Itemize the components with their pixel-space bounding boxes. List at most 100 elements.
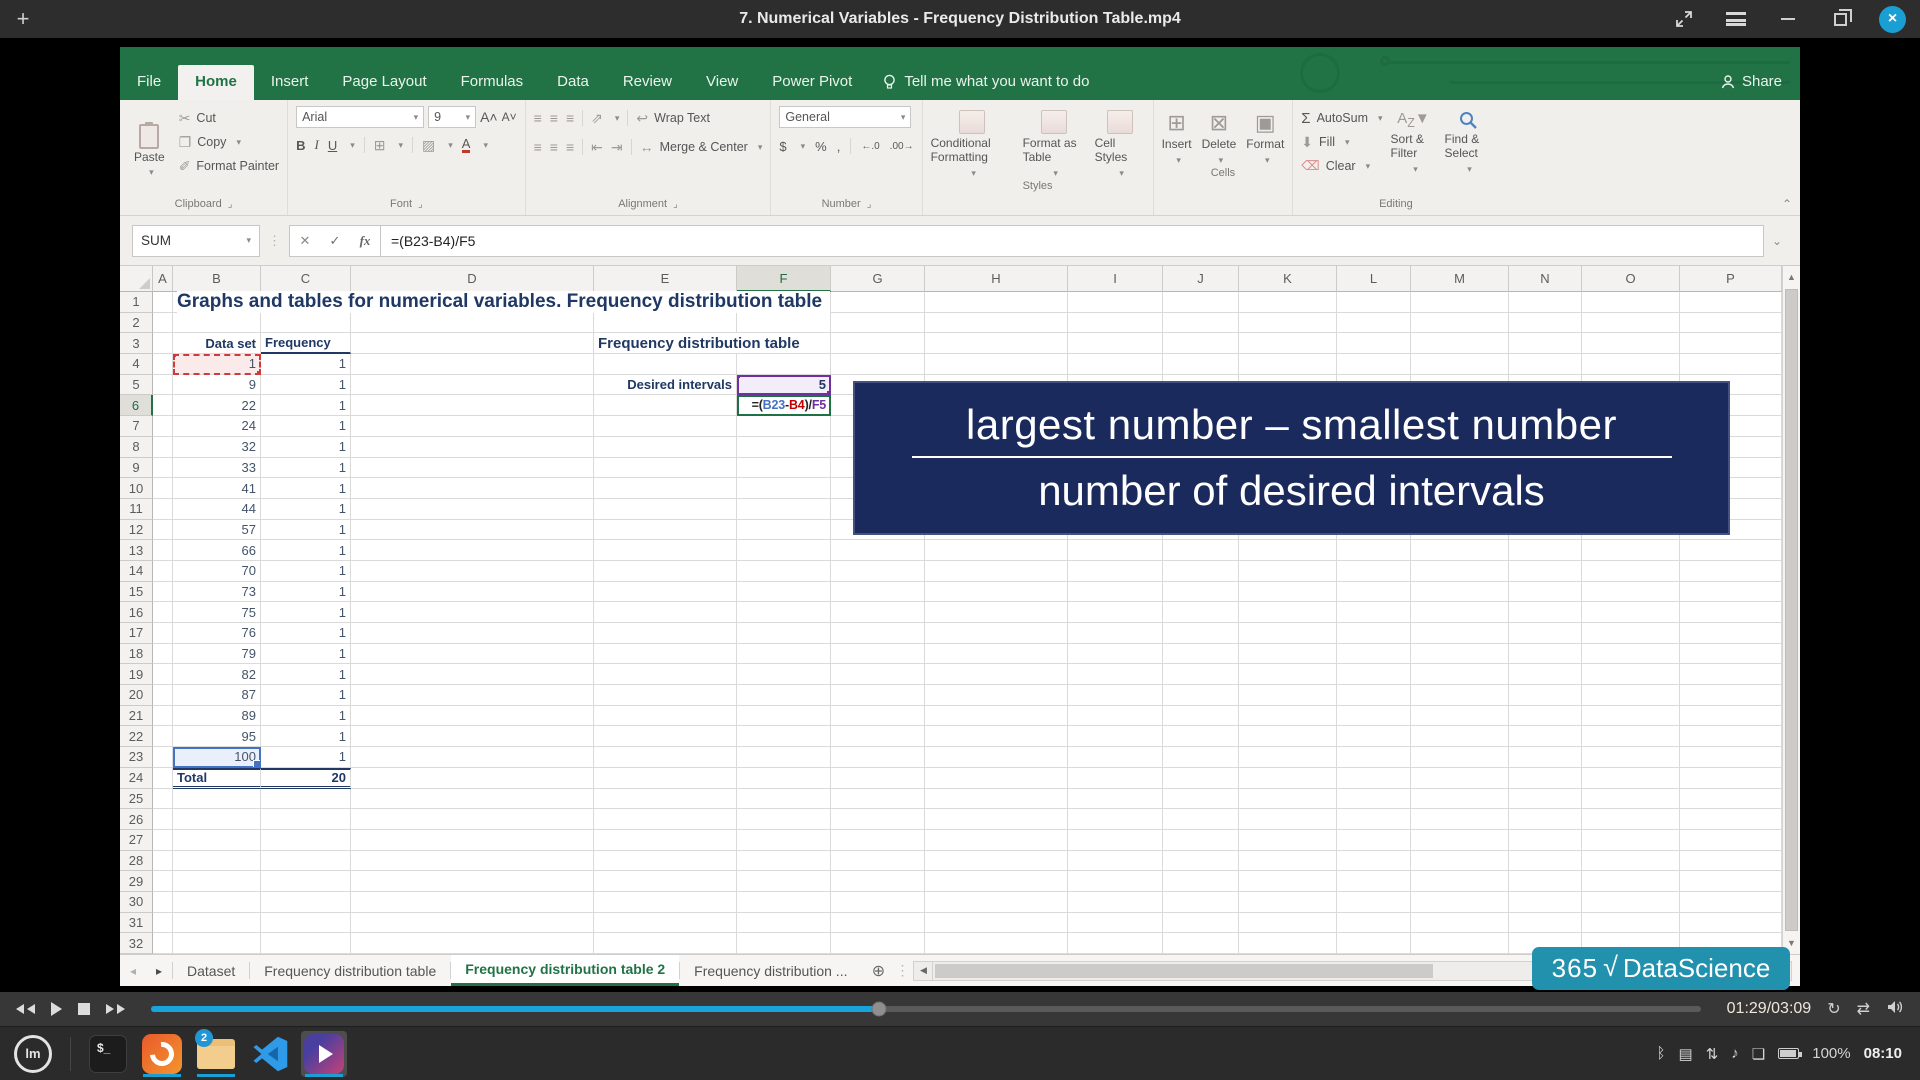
cell-J19[interactable] [1163,664,1239,686]
decrease-decimal-button[interactable]: .00→ [890,141,914,152]
cell-I14[interactable] [1068,560,1163,582]
expand-formula-bar-icon[interactable]: ⌄ [1764,234,1790,248]
cell-K2[interactable] [1239,312,1337,334]
align-bottom-icon[interactable]: ≡ [566,110,574,126]
row-header-25[interactable]: 25 [120,788,153,810]
cell-I20[interactable] [1068,685,1163,706]
cell-D19[interactable] [351,664,594,686]
ribbon-tab-insert[interactable]: Insert [254,65,326,100]
cell-L26[interactable] [1337,809,1411,830]
vertical-scrollbar[interactable]: ▲ ▼ [1782,266,1800,954]
row-header-24[interactable]: 24 [120,767,153,789]
cell-E17[interactable] [594,623,737,644]
decrease-indent-icon[interactable]: ⇤ [591,139,603,156]
cell-D12[interactable] [351,519,594,541]
cell-D21[interactable] [351,705,594,727]
cell-A21[interactable] [153,705,173,727]
cell-M27[interactable] [1411,829,1509,851]
cell-G15[interactable] [831,581,925,603]
cell-P17[interactable] [1680,623,1782,644]
cell-G19[interactable] [831,664,925,686]
cell-E22[interactable] [594,726,737,748]
cell-J31[interactable] [1163,912,1239,934]
cell-F31[interactable] [737,912,831,934]
column-header-P[interactable]: P [1680,266,1782,292]
cell-M26[interactable] [1411,809,1509,830]
cell-D11[interactable] [351,498,594,520]
cell-N24[interactable] [1509,767,1582,789]
column-header-A[interactable]: A [153,266,173,292]
cell-G4[interactable] [831,354,925,375]
cell-H32[interactable] [925,933,1068,954]
cell-H27[interactable] [925,829,1068,851]
cell-C23[interactable]: 1 [261,747,351,768]
cell-H26[interactable] [925,809,1068,830]
cell-P22[interactable] [1680,726,1782,748]
cell-J25[interactable] [1163,788,1239,810]
conditional-formatting-button[interactable]: Conditional Formatting ▾ [931,106,1013,178]
cell-G2[interactable] [831,312,925,334]
clear-button[interactable]: ⌫ Clear ▾ [1301,154,1382,178]
row-header-29[interactable]: 29 [120,871,153,892]
cell-L32[interactable] [1337,933,1411,954]
cell-M28[interactable] [1411,850,1509,872]
cell-N4[interactable] [1509,354,1582,375]
files-launcher[interactable]: 2 [193,1028,239,1077]
ribbon-tab-home[interactable]: Home [178,65,254,100]
orientation-icon[interactable]: ⇗ [591,110,603,127]
cell-M31[interactable] [1411,912,1509,934]
cell-E10[interactable] [594,478,737,499]
cell-F27[interactable] [737,829,831,851]
sheet-tab-2[interactable]: Frequency distribution table [250,955,450,986]
cell-B21[interactable]: 89 [173,705,261,727]
cell-A4[interactable] [153,354,173,375]
scroll-left-icon[interactable]: ◀ [913,960,934,981]
cell-D31[interactable] [351,912,594,934]
cell-N3[interactable] [1509,333,1582,355]
cell-N26[interactable] [1509,809,1582,830]
cell-M16[interactable] [1411,602,1509,623]
cell-F22[interactable] [737,726,831,748]
cell-M25[interactable] [1411,788,1509,810]
cell-C27[interactable] [261,829,351,851]
cell-E27[interactable] [594,829,737,851]
cell-I23[interactable] [1068,747,1163,768]
cell-P30[interactable] [1680,891,1782,913]
cell-H31[interactable] [925,912,1068,934]
cell-P24[interactable] [1680,767,1782,789]
cell-L20[interactable] [1337,685,1411,706]
cell-I15[interactable] [1068,581,1163,603]
row-header-28[interactable]: 28 [120,850,153,872]
cell-I27[interactable] [1068,829,1163,851]
cell-C31[interactable] [261,912,351,934]
insert-function-icon[interactable]: fx [350,233,380,249]
cell-E7[interactable] [594,416,737,437]
delete-cells-button[interactable]: ⊠ Delete ▾ [1202,106,1237,165]
column-header-K[interactable]: K [1239,266,1337,292]
sheet-tab-4[interactable]: Frequency distribution ... [680,955,861,986]
cell-A15[interactable] [153,581,173,603]
format-as-table-button[interactable]: Format as Table ▾ [1023,106,1085,178]
cell-B24[interactable]: Total [173,767,261,789]
column-header-E[interactable]: E [594,266,737,292]
insert-cells-button[interactable]: ⊞ Insert ▾ [1162,106,1192,165]
sheet-tab-3[interactable]: Frequency distribution table 2 [451,955,680,986]
cell-L18[interactable] [1337,643,1411,665]
cell-A13[interactable] [153,540,173,561]
row-header-22[interactable]: 22 [120,726,153,748]
column-header-H[interactable]: H [925,266,1068,292]
align-left-icon[interactable]: ≡ [534,139,542,155]
cell-G16[interactable] [831,602,925,623]
terminal-launcher[interactable]: $_ [85,1031,131,1077]
row-header-11[interactable]: 11 [120,498,153,520]
cell-K19[interactable] [1239,664,1337,686]
column-header-I[interactable]: I [1068,266,1163,292]
cell-I28[interactable] [1068,850,1163,872]
row-header-8[interactable]: 8 [120,436,153,458]
cell-B25[interactable] [173,788,261,810]
cell-G30[interactable] [831,891,925,913]
format-painter-button[interactable]: ✐ Format Painter [179,154,279,178]
cell-D4[interactable] [351,354,594,375]
cell-J28[interactable] [1163,850,1239,872]
cell-M15[interactable] [1411,581,1509,603]
